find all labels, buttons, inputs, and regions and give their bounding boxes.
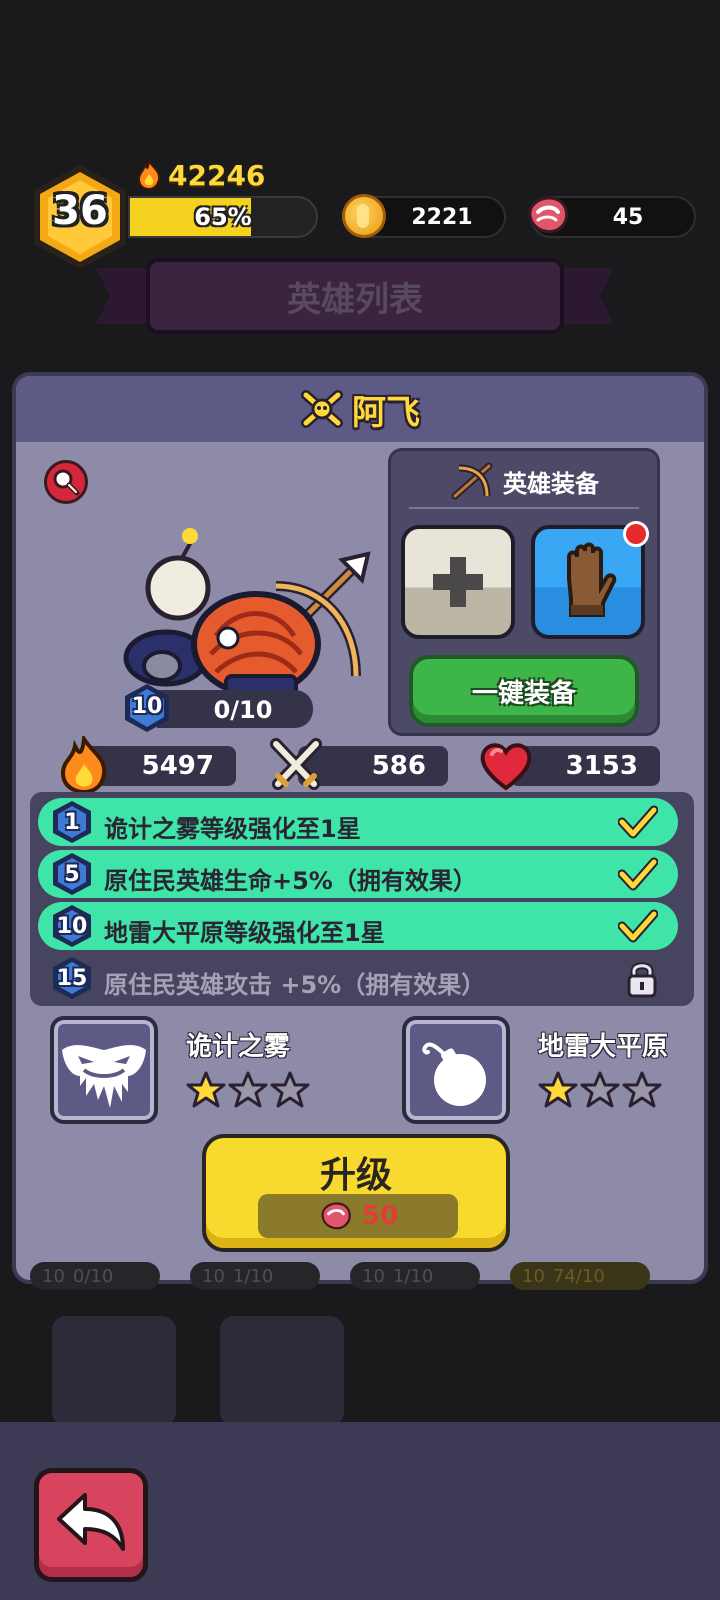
check-icon: [618, 857, 658, 891]
xp-progress-bar: 65%: [128, 196, 318, 238]
background-banner: 英雄列表: [146, 258, 564, 334]
bg-hero-level: 10 74/10: [510, 1262, 650, 1290]
perk-item: 5 原住民英雄生命+5%（拥有效果）: [38, 850, 678, 898]
crossed-swords-icon: [270, 738, 322, 790]
bg-hero-level: 10 0/10: [30, 1262, 160, 1290]
perk-item: 10 地雷大平原等级强化至1星: [38, 902, 678, 950]
upgrade-cost: 50: [258, 1194, 458, 1238]
inspect-hero-button[interactable]: [44, 460, 88, 504]
hero-name: 阿飞: [352, 392, 420, 433]
meat-icon: [528, 196, 568, 233]
weapon-slot-empty[interactable]: [401, 525, 515, 639]
perk-text: 诡计之雾等级强化至1星: [104, 815, 361, 843]
bg-hero-level: 10 1/10: [350, 1262, 480, 1290]
meat-value: 45: [612, 204, 644, 230]
perk-level: 1: [64, 810, 80, 835]
hero-detail-panel: 阿飞 10 0/10 英雄装备 一键装备 5497 586 3153 1 诡计之…: [12, 372, 708, 1284]
back-button[interactable]: [34, 1468, 148, 1582]
hero-header: 阿飞: [16, 376, 704, 442]
star-filled-icon: [538, 1071, 578, 1108]
check-icon: [618, 909, 658, 943]
coin-value: 2221: [411, 204, 473, 230]
coin-icon: [342, 194, 386, 238]
bg-hero-level: 10 1/10: [190, 1262, 320, 1290]
bg-hero-card: [52, 1316, 176, 1426]
equipment-box: 英雄装备 一键装备: [388, 448, 660, 736]
perk-level: 5: [64, 862, 80, 887]
skill-name: 地雷大平原: [538, 1032, 669, 1062]
crossbow-icon: [451, 462, 493, 500]
skill-trick-fog[interactable]: [50, 1016, 158, 1124]
skill-stars: [538, 1070, 662, 1110]
equipment-title-row: 英雄装备: [391, 461, 657, 501]
power-value: 42246: [168, 158, 266, 192]
upgrade-label: 升级: [319, 1155, 392, 1196]
star-empty-icon: [228, 1071, 268, 1108]
check-icon: [618, 805, 658, 839]
upgrade-cost-value: 50: [361, 1201, 399, 1231]
hero-shards: 0/10: [213, 696, 273, 724]
skill-stars: [186, 1070, 310, 1110]
tribe-crossbones-icon: [301, 390, 343, 428]
auto-equip-button[interactable]: 一键装备: [409, 655, 639, 727]
perk-item-locked: 15 原住民英雄攻击 +5%（拥有效果）: [38, 954, 678, 1002]
equipment-divider: [409, 507, 639, 509]
xp-percent: 65%: [194, 203, 252, 231]
skill-mine-plain[interactable]: [402, 1016, 510, 1124]
upgrade-button[interactable]: 升级 50: [202, 1134, 510, 1252]
background-banner-title: 英雄列表: [287, 279, 423, 320]
flame-icon: [137, 160, 161, 190]
player-level: 36: [52, 188, 108, 234]
player-power: 42246: [136, 158, 265, 192]
glove-icon: [567, 542, 617, 617]
glove-slot[interactable]: [531, 521, 649, 639]
new-item-dot: [623, 521, 649, 547]
heart-icon: [480, 743, 532, 791]
lock-icon: [627, 962, 657, 998]
flame-icon: [60, 736, 107, 794]
meat-icon: [321, 1202, 351, 1230]
bomb-icon: [422, 1042, 486, 1106]
magnifier-icon: [53, 469, 80, 496]
perk-item: 1 诡计之雾等级强化至1星: [38, 798, 678, 846]
fog-mask-icon: [62, 1045, 146, 1108]
perk-level: 15: [56, 966, 88, 991]
perk-text: 原住民英雄生命+5%（拥有效果）: [104, 867, 477, 895]
star-empty-icon: [580, 1071, 620, 1108]
star-empty-icon: [622, 1071, 662, 1108]
hero-level-progress: 10 0/10: [121, 682, 321, 732]
perk-list: 1 诡计之雾等级强化至1星 5 原住民英雄生命+5%（拥有效果） 10 地雷大平…: [30, 792, 694, 1006]
skill-name: 诡计之雾: [186, 1032, 291, 1062]
plus-icon: [433, 557, 483, 607]
perk-text: 地雷大平原等级强化至1星: [104, 919, 385, 947]
equipment-title: 英雄装备: [503, 469, 599, 498]
background-hero-list: 10 0/10 10 1/10 10 1/10 10 74/10: [30, 1262, 690, 1426]
star-filled-icon: [186, 1071, 226, 1108]
background-hero-levels: 10 0/10 10 1/10 10 1/10 10 74/10: [30, 1262, 650, 1296]
star-empty-icon: [270, 1071, 310, 1108]
perk-text: 原住民英雄攻击 +5%（拥有效果）: [104, 971, 486, 999]
bg-hero-card: [220, 1316, 344, 1426]
back-arrow-icon: [57, 1493, 125, 1551]
hero-portrait: [123, 528, 371, 700]
perk-level: 10: [56, 914, 88, 939]
